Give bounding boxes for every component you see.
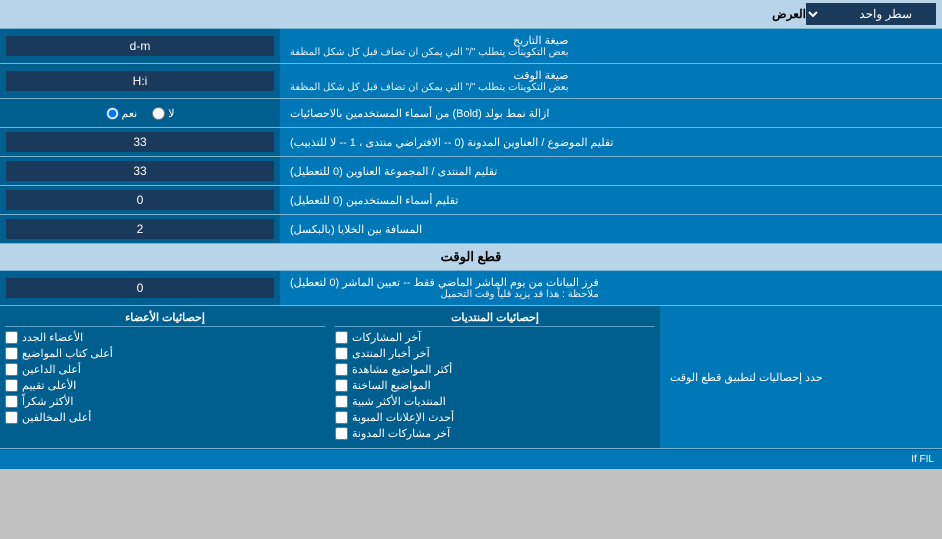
chk-hot-topics[interactable]	[335, 379, 348, 392]
user-names-input[interactable]	[6, 190, 274, 210]
chk-item: المنتديات الأكثر شبية	[335, 395, 655, 408]
time-format-input-container	[0, 64, 280, 98]
chk-item: أعلى الداعين	[5, 363, 325, 376]
chk-most-thanked[interactable]	[5, 395, 18, 408]
bold-remove-row: ازالة نمط بولد (Bold) من أسماء المستخدمي…	[0, 99, 942, 128]
col1-title: إحصائيات المنتديات	[335, 311, 655, 327]
space-between-input-container	[0, 215, 280, 243]
chk-top-rated[interactable]	[5, 379, 18, 392]
forum-group-input-container	[0, 157, 280, 185]
forum-order-input-container	[0, 128, 280, 156]
chk-item: أعلى كتاب المواضيع	[5, 347, 325, 360]
time-cut-input[interactable]	[6, 278, 274, 298]
checkbox-col-forums: إحصائيات المنتديات آخر المشاركات آخر أخب…	[330, 311, 660, 443]
forum-order-input[interactable]	[6, 132, 274, 152]
chk-new-members[interactable]	[5, 331, 18, 344]
display-select[interactable]: سطر واحد سطرين	[806, 3, 936, 25]
user-names-row: تقليم أسماء المستخدمين (0 للتعطيل)	[0, 186, 942, 215]
chk-item: أحدث الإعلانات المبوبة	[335, 411, 655, 424]
chk-item: الأعلى تقييم	[5, 379, 325, 392]
checkboxes-label: حدد إحصاليات لتطبيق قطع الوقت	[660, 306, 942, 448]
bold-radio-yes[interactable]: نعم	[106, 107, 138, 120]
date-format-row: صيغة التاريخ بعض التكوينات يتطلب "/" الت…	[0, 29, 942, 64]
chk-forum-news[interactable]	[335, 347, 348, 360]
forum-order-label: تقليم الموضوع / العناوين المدونة (0 -- ا…	[280, 128, 942, 156]
chk-latest-posts[interactable]	[335, 331, 348, 344]
chk-item: أكثر المواضيع مشاهدة	[335, 363, 655, 376]
space-between-input[interactable]	[6, 219, 274, 239]
chk-top-inviters[interactable]	[5, 363, 18, 376]
bottom-note-text: If FIL	[911, 454, 934, 465]
forum-group-row: تقليم المنتدى / المجموعة العناوين (0 للت…	[0, 157, 942, 186]
chk-item: أعلى المخالفين	[5, 411, 325, 424]
forum-group-input[interactable]	[6, 161, 274, 181]
chk-item: آخر المشاركات	[335, 331, 655, 344]
date-format-input[interactable]	[6, 36, 274, 56]
forum-order-row: تقليم الموضوع / العناوين المدونة (0 -- ا…	[0, 128, 942, 157]
date-format-label: صيغة التاريخ بعض التكوينات يتطلب "/" الت…	[280, 29, 942, 63]
chk-item: المواضيع الساخنة	[335, 379, 655, 392]
forum-group-label: تقليم المنتدى / المجموعة العناوين (0 للت…	[280, 157, 942, 185]
time-format-row: صيغة الوقت بعض التكوينات يتطلب "/" التي …	[0, 64, 942, 99]
bold-remove-radio-container: لا نعم	[0, 99, 280, 127]
bold-radio-no[interactable]: لا	[152, 107, 174, 120]
space-between-row: المسافة بين الخلايا (بالبكسل)	[0, 215, 942, 244]
chk-blog-posts[interactable]	[335, 427, 348, 440]
date-format-input-container	[0, 29, 280, 63]
checkboxes-section: حدد إحصاليات لتطبيق قطع الوقت إحصائيات ا…	[0, 306, 942, 449]
display-label: العرض	[6, 7, 806, 21]
time-format-input[interactable]	[6, 71, 274, 91]
chk-popular-forums[interactable]	[335, 395, 348, 408]
chk-latest-classified[interactable]	[335, 411, 348, 424]
bottom-note: If FIL	[0, 449, 942, 469]
col2-title: إحصائيات الأعضاء	[5, 311, 325, 327]
chk-top-writers[interactable]	[5, 347, 18, 360]
chk-item: آخر أخبار المنتدى	[335, 347, 655, 360]
user-names-input-container	[0, 186, 280, 214]
bold-remove-label: ازالة نمط بولد (Bold) من أسماء المستخدمي…	[280, 99, 942, 127]
chk-item: الأعضاء الجدد	[5, 331, 325, 344]
checkboxes-container: إحصائيات المنتديات آخر المشاركات آخر أخب…	[0, 306, 660, 448]
chk-most-viewed[interactable]	[335, 363, 348, 376]
time-format-label: صيغة الوقت بعض التكوينات يتطلب "/" التي …	[280, 64, 942, 98]
checkbox-col-members: إحصائيات الأعضاء الأعضاء الجدد أعلى كتاب…	[0, 311, 330, 443]
time-cut-label: فرز البيانات من يوم الماشر الماضي فقط --…	[280, 271, 942, 305]
chk-item: الأكثر شكراً	[5, 395, 325, 408]
display-row: سطر واحد سطرين العرض	[0, 0, 942, 29]
time-cut-row: فرز البيانات من يوم الماشر الماضي فقط --…	[0, 271, 942, 306]
time-cut-header: قطع الوقت	[0, 244, 942, 271]
space-between-label: المسافة بين الخلايا (بالبكسل)	[280, 215, 942, 243]
user-names-label: تقليم أسماء المستخدمين (0 للتعطيل)	[280, 186, 942, 214]
chk-item: آخر مشاركات المدونة	[335, 427, 655, 440]
time-cut-input-container	[0, 271, 280, 305]
chk-top-violators[interactable]	[5, 411, 18, 424]
